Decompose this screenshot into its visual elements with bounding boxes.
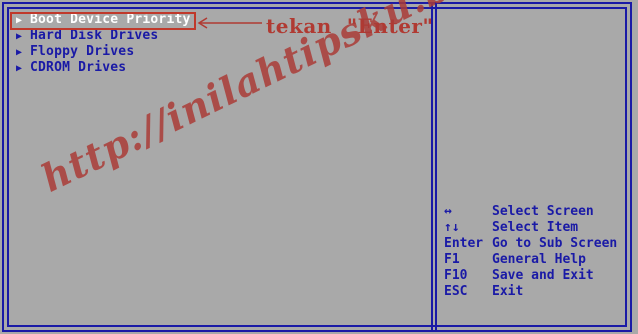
help-key: ↑↓ [444,220,460,235]
menu-item-label: Hard Disk Drives [30,28,159,43]
help-action: Select Screen [492,204,594,219]
help-action: Save and Exit [492,268,594,283]
help-action: General Help [492,252,586,267]
triangle-right-icon: ▶ [16,47,23,58]
help-key: ESC [444,284,468,299]
help-item: ↑↓ Select Item [444,220,617,236]
menu-item-label: CDROM Drives [30,60,127,75]
menu-item-cdrom-drives[interactable]: ▶ CDROM Drives [16,60,191,76]
help-action: Go to Sub Screen [492,236,618,251]
menu-item-floppy-drives[interactable]: ▶ Floppy Drives [16,44,191,60]
help-item: F10 Save and Exit [444,268,617,284]
triangle-right-icon: ▶ [16,63,23,74]
help-action: Exit [492,284,524,299]
help-item: ↔ Select Screen [444,204,617,220]
bios-boot-screen: ▶ Boot Device Priority ▶ Hard Disk Drives … [0,0,638,334]
help-key: F10 [444,268,468,283]
panel-divider [431,2,433,332]
help-key: Enter [444,236,484,251]
help-item: Enter Go to Sub Screen [444,236,617,252]
help-key: F1 [444,252,460,267]
help-key: ↔ [444,204,452,219]
annotation-highlight-box [10,12,196,30]
panel-divider [435,2,437,332]
triangle-right-icon: ▶ [16,31,23,42]
help-item: F1 General Help [444,252,617,268]
arrow-left-icon [197,17,262,29]
help-item: ESC Exit [444,284,617,300]
menu-item-label: Floppy Drives [30,44,135,59]
menu-item-hard-disk-drives[interactable]: ▶ Hard Disk Drives [16,28,191,44]
key-help-panel: ↔ Select Screen ↑↓ Select Item Enter Go to … [444,204,617,300]
help-action: Select Item [492,220,579,235]
